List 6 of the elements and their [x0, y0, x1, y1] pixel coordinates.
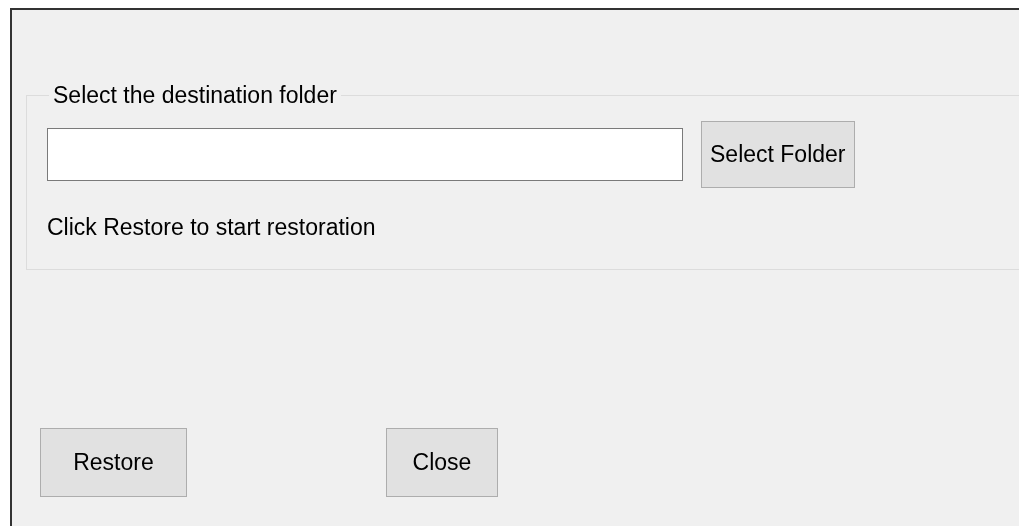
- hint-text: Click Restore to start restoration: [47, 213, 377, 242]
- group-title: Select the destination folder: [52, 84, 338, 107]
- folder-field[interactable]: [47, 128, 683, 181]
- close-button[interactable]: Close: [386, 428, 498, 497]
- restore-button[interactable]: Restore: [40, 428, 187, 497]
- select-folder-button[interactable]: Select Folder: [701, 121, 855, 188]
